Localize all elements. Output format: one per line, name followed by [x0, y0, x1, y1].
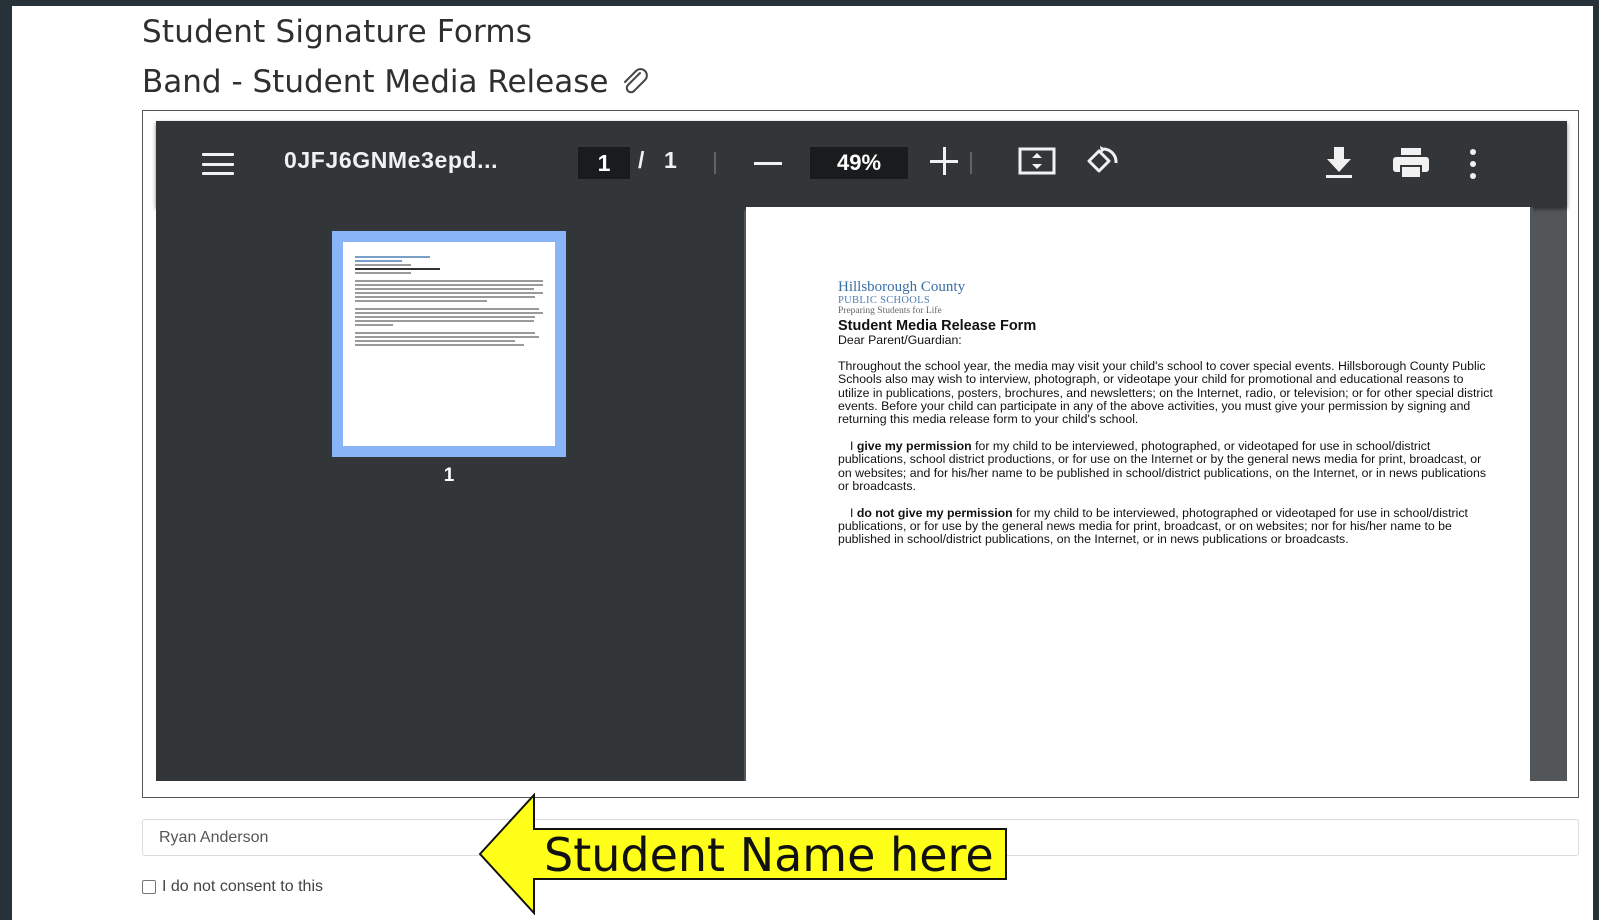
org-subtitle: PUBLIC SCHOOLS: [838, 295, 931, 306]
org-name: Hillsborough County: [838, 279, 966, 295]
thumbnail-page-number: 1: [443, 465, 455, 486]
option-bold: give my permission: [856, 439, 972, 454]
viewer-scroll-edge: [1530, 207, 1533, 781]
toolbar-divider: [970, 152, 972, 174]
form-title: Band - Student Media Release: [142, 64, 650, 100]
more-options-icon[interactable]: [1468, 149, 1478, 179]
salutation: Dear Parent/Guardian:: [838, 333, 962, 347]
window-frame-top: [0, 0, 1599, 6]
thumbnail-sidebar: 1: [156, 207, 744, 781]
thumbnail-preview: [343, 242, 555, 446]
download-icon[interactable]: [1324, 145, 1354, 179]
page-separator: /: [638, 147, 645, 173]
fit-page-icon[interactable]: [1018, 147, 1056, 175]
paperclip-icon[interactable]: [620, 67, 650, 97]
permission-option: I give my permission for my child to be …: [838, 440, 1498, 493]
consent-label: I do not consent to this: [162, 878, 323, 895]
zoom-in-icon[interactable]: [930, 147, 958, 175]
form-title-text: Band - Student Media Release: [142, 64, 609, 100]
consent-checkbox[interactable]: [142, 880, 156, 894]
option-prefix: I: [850, 506, 857, 521]
pdf-toolbar: 0JFJ6GNMe3epd... 1 / 1 49%: [156, 121, 1567, 207]
document-title: 0JFJ6GNMe3epd...: [284, 147, 499, 173]
zoom-level-input[interactable]: 49%: [810, 147, 908, 179]
document-heading: Student Media Release Form: [838, 318, 1037, 334]
section-title: Student Signature Forms: [142, 14, 533, 50]
intro-paragraph: Throughout the school year, the media ma…: [838, 359, 1493, 427]
consent-row[interactable]: I do not consent to this: [142, 878, 323, 896]
menu-icon[interactable]: [202, 153, 234, 175]
toolbar-divider: [714, 152, 716, 174]
pdf-viewer[interactable]: 0JFJ6GNMe3epd... 1 / 1 49% 1 Hillsboroug…: [156, 121, 1567, 781]
page-thumbnail[interactable]: [332, 231, 566, 457]
rotate-icon[interactable]: [1084, 143, 1120, 179]
page-number-input[interactable]: 1: [578, 147, 630, 179]
pdf-page: Hillsborough County PUBLIC SCHOOLS Prepa…: [746, 207, 1530, 781]
option-bold: do not give my permission: [856, 506, 1013, 521]
no-permission-option: I do not give my permission for my child…: [838, 506, 1498, 547]
page-total: 1: [664, 147, 677, 173]
print-icon[interactable]: [1392, 147, 1430, 179]
document-content: Hillsborough County PUBLIC SCHOOLS Prepa…: [838, 279, 1498, 547]
window-frame-right: [1593, 0, 1599, 920]
option-prefix: I: [850, 439, 857, 454]
org-tagline: Preparing Students for Life: [838, 306, 942, 316]
zoom-out-icon[interactable]: [754, 162, 782, 165]
callout-label: Student Name here: [544, 828, 994, 882]
window-frame-left: [0, 0, 12, 920]
